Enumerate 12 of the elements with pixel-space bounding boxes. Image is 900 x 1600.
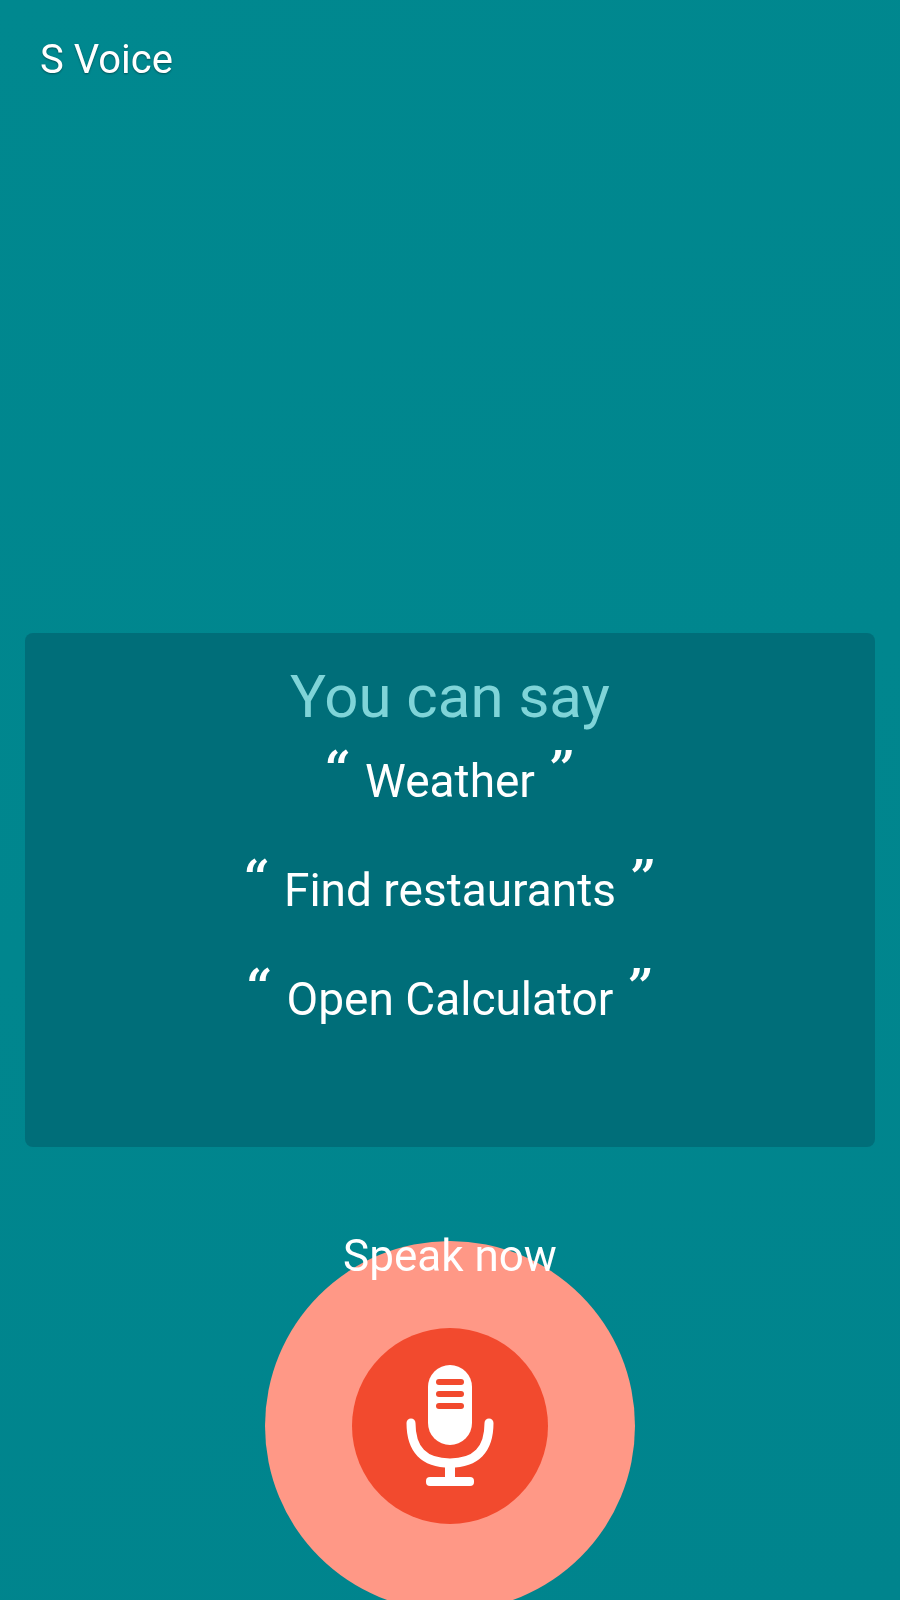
app-title: S Voice [40, 36, 173, 83]
close-quote: ” [627, 963, 654, 1009]
close-quote: ” [548, 745, 576, 791]
microphone-icon [406, 1365, 494, 1487]
suggestion-phrase: Find restaurants [284, 862, 616, 919]
open-quote: “ [246, 963, 273, 1009]
card-heading: You can say [290, 660, 610, 734]
suggestion-phrase: Weather [365, 753, 535, 810]
suggestion-phrase: Open Calculator [286, 971, 614, 1028]
close-quote: ” [630, 854, 657, 900]
open-quote: “ [243, 854, 270, 900]
open-quote: “ [324, 745, 352, 791]
